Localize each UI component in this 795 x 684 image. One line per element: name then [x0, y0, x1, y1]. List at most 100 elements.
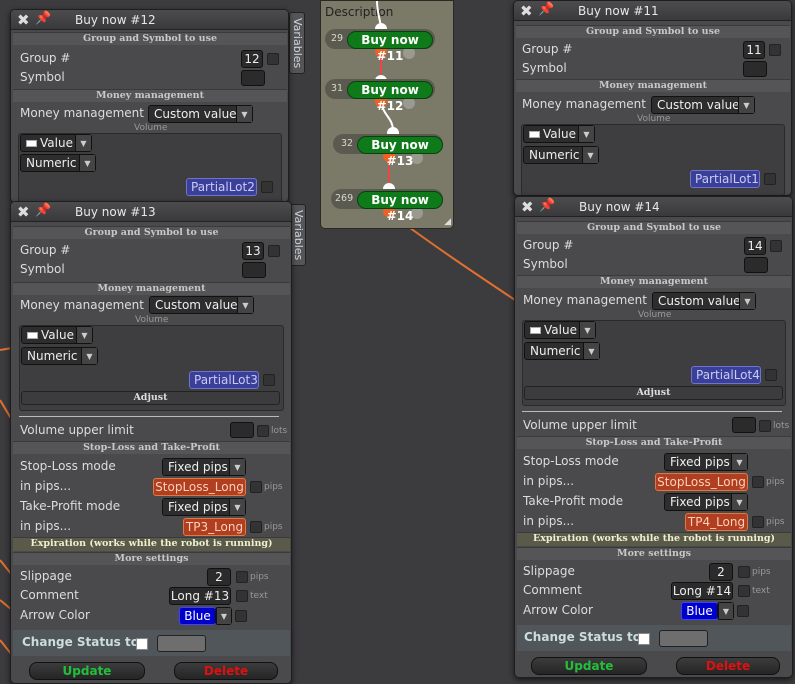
- arrow-color-dropdown[interactable]: ▼: [717, 602, 734, 620]
- arrow-color-select[interactable]: Blue: [179, 607, 216, 625]
- volume-upper-limit-field[interactable]: [230, 422, 254, 438]
- lot-variable[interactable]: PartialLot1: [690, 170, 760, 188]
- value-type-select[interactable]: Value ▼: [524, 321, 596, 339]
- variables-tab[interactable]: Variables: [290, 204, 306, 266]
- update-button[interactable]: Update: [531, 657, 647, 675]
- slippage-field[interactable]: 2: [709, 563, 733, 581]
- sl-mode-select[interactable]: Fixed pips ▼: [162, 458, 246, 476]
- value-type-select[interactable]: Value ▼: [523, 125, 595, 143]
- mm-select[interactable]: Custom value ▼: [652, 292, 756, 310]
- pips-unit: pips: [264, 522, 283, 532]
- group-checkbox[interactable]: [770, 240, 782, 252]
- sl-variable[interactable]: StopLoss_Long: [153, 478, 246, 496]
- comment-checkbox[interactable]: [738, 585, 750, 597]
- close-icon[interactable]: ✖: [521, 198, 534, 216]
- variables-tab[interactable]: Variables: [289, 12, 305, 74]
- delete-button[interactable]: Delete: [676, 657, 780, 675]
- panel-titlebar[interactable]: ✖ 📌 Buy now #12: [11, 10, 288, 30]
- panel-titlebar[interactable]: ✖ 📌 Buy now #14: [515, 197, 792, 217]
- slippage-field[interactable]: 2: [207, 568, 231, 586]
- pin-icon[interactable]: 📌: [35, 11, 51, 26]
- arrow-color-label: Arrow Color: [523, 603, 593, 617]
- volume-upper-limit-field[interactable]: [732, 417, 756, 433]
- numeric-select[interactable]: Numeric ▼: [523, 146, 599, 164]
- lot-variable[interactable]: PartialLot3: [189, 371, 259, 389]
- symbol-field[interactable]: [743, 61, 767, 77]
- group-number-field[interactable]: 12: [241, 50, 263, 68]
- lots-checkbox[interactable]: [257, 425, 269, 437]
- group-checkbox[interactable]: [769, 44, 781, 56]
- status-checkbox[interactable]: [136, 638, 148, 650]
- sl-pips-checkbox[interactable]: [752, 476, 764, 488]
- lot-variable[interactable]: PartialLot2: [186, 178, 257, 196]
- flow-node-buy-now-11[interactable]: Buy now #11: [347, 31, 433, 63]
- slippage-checkbox[interactable]: [236, 571, 248, 583]
- section-header: Money management: [13, 89, 287, 102]
- symbol-field[interactable]: [744, 257, 768, 273]
- symbol-field[interactable]: [241, 70, 265, 86]
- tp-mode-select[interactable]: Fixed pips ▼: [664, 493, 748, 511]
- comment-field[interactable]: Long #14: [671, 582, 733, 600]
- sl-mode-select[interactable]: Fixed pips ▼: [664, 453, 748, 471]
- lot-checkbox[interactable]: [261, 181, 273, 193]
- status-checkbox[interactable]: [638, 633, 650, 645]
- lot-checkbox[interactable]: [765, 369, 777, 381]
- adjust-button[interactable]: Adjust: [524, 386, 783, 400]
- panel-titlebar[interactable]: ✖ 📌 Buy now #11: [514, 1, 791, 21]
- group-checkbox[interactable]: [267, 53, 279, 65]
- sl-variable[interactable]: StopLoss_Long: [655, 473, 748, 491]
- status-field[interactable]: [659, 630, 708, 647]
- pin-icon[interactable]: 📌: [538, 2, 554, 17]
- flow-node-buy-now-14[interactable]: Buy now #14: [357, 191, 443, 223]
- arrow-color-dropdown[interactable]: ▼: [215, 607, 232, 625]
- mm-select[interactable]: Custom value ▼: [148, 105, 253, 123]
- comment-field[interactable]: Long #13: [169, 587, 231, 605]
- symbol-field[interactable]: [242, 262, 266, 278]
- adjust-button[interactable]: Adjust: [21, 391, 280, 405]
- slippage-checkbox[interactable]: [738, 566, 750, 578]
- lot-variable[interactable]: PartialLot4: [691, 366, 761, 384]
- arrow-color-checkbox[interactable]: [737, 605, 749, 617]
- tp-variable[interactable]: TP3_Long: [183, 518, 246, 536]
- value-icon: [26, 140, 37, 147]
- close-icon[interactable]: ✖: [520, 2, 533, 20]
- lot-checkbox[interactable]: [764, 173, 776, 185]
- sl-pips-checkbox[interactable]: [250, 481, 262, 493]
- numeric-select[interactable]: Numeric ▼: [20, 154, 96, 172]
- status-field[interactable]: [157, 635, 206, 652]
- pin-icon[interactable]: 📌: [35, 203, 51, 218]
- lot-checkbox[interactable]: [263, 374, 275, 386]
- numeric-select[interactable]: Numeric ▼: [21, 347, 98, 365]
- in-pips-label: in pips...: [523, 474, 575, 488]
- value-type-select[interactable]: Value ▼: [20, 134, 92, 152]
- comment-checkbox[interactable]: [236, 590, 248, 602]
- tp-pips-checkbox[interactable]: [752, 516, 764, 528]
- change-status-row: Change Status to: [13, 630, 290, 656]
- arrow-color-select[interactable]: Blue: [681, 602, 718, 620]
- tp-mode-select[interactable]: Fixed pips ▼: [162, 498, 246, 516]
- resize-grip-icon[interactable]: ◢: [444, 217, 451, 227]
- mm-select[interactable]: Custom value ▼: [651, 96, 755, 114]
- delete-button[interactable]: Delete: [174, 662, 278, 680]
- section-header: Money management: [13, 282, 290, 295]
- tp-variable[interactable]: TP4_Long: [685, 513, 748, 531]
- close-icon[interactable]: ✖: [17, 203, 30, 221]
- tp-pips-checkbox[interactable]: [250, 521, 262, 533]
- lots-checkbox[interactable]: [759, 420, 771, 432]
- update-button[interactable]: Update: [29, 662, 145, 680]
- close-icon[interactable]: ✖: [17, 11, 30, 29]
- value-icon: [27, 332, 38, 339]
- group-number-field[interactable]: 14: [744, 237, 766, 255]
- pin-icon[interactable]: 📌: [539, 198, 555, 213]
- group-checkbox[interactable]: [268, 245, 280, 257]
- numeric-select[interactable]: Numeric ▼: [524, 342, 600, 360]
- arrow-color-checkbox[interactable]: [235, 610, 247, 622]
- mm-select[interactable]: Custom value ▼: [149, 296, 254, 314]
- flow-node-buy-now-12[interactable]: Buy now #12: [347, 81, 433, 113]
- panel-titlebar[interactable]: ✖ 📌 Buy now #13: [11, 202, 291, 222]
- value-type-select[interactable]: Value ▼: [21, 326, 93, 344]
- group-number-field[interactable]: 13: [242, 242, 264, 260]
- group-number-field[interactable]: 11: [743, 41, 765, 59]
- flow-node-buy-now-13[interactable]: Buy now #13: [357, 136, 443, 168]
- section-header: Group and Symbol to use: [13, 226, 290, 239]
